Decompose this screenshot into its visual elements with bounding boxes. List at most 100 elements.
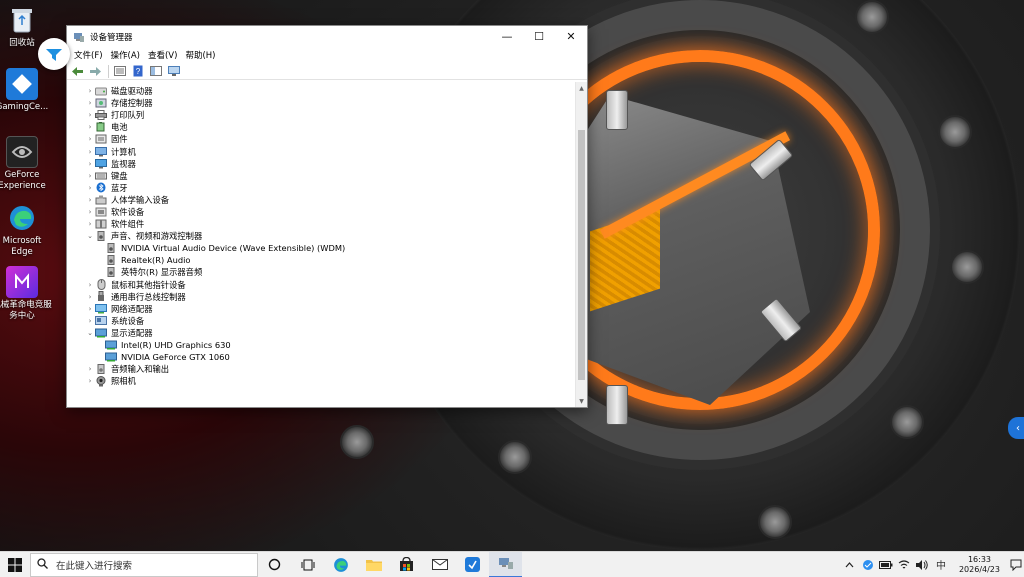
scan-hardware-icon[interactable]	[166, 64, 182, 78]
chevron-right-icon[interactable]: ›	[85, 172, 95, 180]
scroll-up-arrow-icon[interactable]: ▲	[576, 82, 587, 94]
device-category[interactable]: › 音频输入和输出	[67, 363, 575, 375]
menu-action[interactable]: 操作(A)	[107, 49, 144, 61]
side-panel-toggle[interactable]: ‹	[1008, 417, 1024, 439]
taskbar-file-explorer[interactable]	[357, 552, 390, 577]
chevron-down-icon[interactable]: ⌄	[85, 232, 95, 240]
desktop-icon-geforce[interactable]: GeForce Experience	[0, 136, 52, 192]
chevron-right-icon[interactable]: ›	[85, 99, 95, 107]
chevron-right-icon[interactable]: ›	[85, 184, 95, 192]
device-category[interactable]: › 固件	[67, 133, 575, 145]
device-category[interactable]: › 电池	[67, 121, 575, 133]
chevron-right-icon[interactable]: ›	[85, 377, 95, 385]
view-panel-icon[interactable]	[148, 64, 164, 78]
desktop-icon-label: Microsoft Edge	[2, 236, 42, 257]
taskbar-device-manager[interactable]	[489, 551, 522, 577]
device-item[interactable]: Intel(R) UHD Graphics 630	[67, 339, 575, 351]
menu-file[interactable]: 文件(F)	[70, 49, 107, 61]
chevron-right-icon[interactable]: ›	[85, 365, 95, 373]
taskbar-search-box[interactable]: 在此键入进行搜索	[30, 552, 258, 577]
minimize-button[interactable]: —	[491, 26, 523, 47]
battery-icon[interactable]	[878, 560, 894, 569]
menu-view[interactable]: 查看(V)	[144, 49, 181, 61]
device-category[interactable]: ⌄ 显示适配器	[67, 327, 575, 339]
device-category[interactable]: ⌄ 声音、视频和游戏控制器	[67, 230, 575, 242]
taskbar-todo-app[interactable]	[456, 552, 489, 577]
scroll-thumb[interactable]	[578, 130, 585, 380]
device-category[interactable]: › 通用串行总线控制器	[67, 291, 575, 303]
device-category[interactable]: › 照相机	[67, 375, 575, 387]
help-book-icon[interactable]: ?	[130, 64, 146, 78]
device-category[interactable]: › 计算机	[67, 145, 575, 157]
taskbar-clock[interactable]: 16:33 2026/4/23	[951, 555, 1008, 575]
ime-indicator[interactable]: 中	[932, 557, 950, 572]
chevron-right-icon[interactable]: ›	[85, 281, 95, 289]
start-button[interactable]	[0, 552, 30, 577]
software-device-icon	[95, 207, 107, 217]
desktop-icon-gamingcenter[interactable]: GamingCe...	[0, 68, 52, 113]
volume-icon[interactable]	[914, 559, 930, 570]
device-category[interactable]: › 打印队列	[67, 109, 575, 121]
chevron-right-icon[interactable]: ›	[85, 135, 95, 143]
forward-arrow-icon[interactable]	[87, 64, 103, 78]
device-item[interactable]: NVIDIA GeForce GTX 1060	[67, 351, 575, 363]
device-category[interactable]: › 磁盘驱动器	[67, 85, 575, 97]
wifi-icon[interactable]	[896, 559, 912, 570]
device-item[interactable]: NVIDIA Virtual Audio Device (Wave Extens…	[67, 242, 575, 254]
wallpaper-bolt	[950, 250, 984, 284]
device-category[interactable]: › 系统设备	[67, 315, 575, 327]
device-category[interactable]: › 软件设备	[67, 206, 575, 218]
chevron-right-icon[interactable]: ›	[85, 196, 95, 204]
device-category[interactable]: › 网络适配器	[67, 303, 575, 315]
device-item[interactable]: Realtek(R) Audio	[67, 254, 575, 266]
chevron-right-icon[interactable]: ›	[85, 208, 95, 216]
search-placeholder: 在此键入进行搜索	[56, 560, 133, 572]
device-category[interactable]: › 蓝牙	[67, 182, 575, 194]
mouse-icon	[95, 279, 107, 291]
device-category[interactable]: › 人体学输入设备	[67, 194, 575, 206]
desktop-icon-mechrevo[interactable]: 机械革命电竞服务中心	[0, 266, 52, 322]
chevron-right-icon[interactable]: ›	[85, 148, 95, 156]
device-label: 英特尔(R) 显示器音频	[121, 267, 203, 278]
device-category[interactable]: › 存储控制器	[67, 97, 575, 109]
menu-help[interactable]: 帮助(H)	[181, 49, 219, 61]
todo-app-icon	[465, 557, 480, 572]
taskbar-store[interactable]	[390, 552, 423, 577]
device-tree[interactable]: › 磁盘驱动器 › 存储控制器 › 打印队列 › 电池 › 固件 › 计算机 › 监视器 › 键盘 › 蓝牙 › 人体…	[67, 82, 575, 407]
chevron-right-icon[interactable]: ›	[85, 305, 95, 313]
maximize-button[interactable]: ☐	[523, 26, 555, 47]
device-label: 电池	[111, 122, 128, 133]
chevron-right-icon[interactable]: ›	[85, 160, 95, 168]
network-icon	[95, 303, 107, 314]
back-arrow-icon[interactable]	[69, 64, 85, 78]
cortana-button[interactable]	[258, 552, 291, 577]
chevron-right-icon[interactable]: ›	[85, 111, 95, 119]
title-bar[interactable]: 设备管理器 — ☐ ✕	[67, 26, 587, 47]
device-manager-window[interactable]: 设备管理器 — ☐ ✕ 文件(F) 操作(A) 查看(V) 帮助(H) ? › 磁…	[66, 25, 588, 408]
device-item[interactable]: 英特尔(R) 显示器音频	[67, 266, 575, 278]
speaker-icon	[95, 231, 107, 242]
notification-center-icon[interactable]	[1008, 552, 1024, 577]
chevron-right-icon[interactable]: ›	[85, 293, 95, 301]
chevron-right-icon[interactable]: ›	[85, 87, 95, 95]
taskbar-mail[interactable]	[423, 552, 456, 577]
floating-app-bubble[interactable]	[38, 38, 70, 70]
desktop-icon-edge[interactable]: Microsoft Edge	[0, 202, 52, 258]
chevron-right-icon[interactable]: ›	[85, 317, 95, 325]
properties-grid-icon[interactable]	[112, 64, 128, 78]
device-category[interactable]: › 监视器	[67, 158, 575, 170]
vertical-scrollbar[interactable]: ▲ ▼	[575, 82, 587, 407]
device-category[interactable]: › 软件组件	[67, 218, 575, 230]
taskbar-edge[interactable]	[324, 552, 357, 577]
chevron-right-icon[interactable]: ›	[85, 220, 95, 228]
wallpaper-clamp	[606, 90, 628, 130]
chevron-down-icon[interactable]: ⌄	[85, 329, 95, 337]
scroll-down-arrow-icon[interactable]: ▼	[576, 395, 587, 407]
tray-app-icon[interactable]	[860, 559, 876, 571]
chevron-right-icon[interactable]: ›	[85, 123, 95, 131]
close-button[interactable]: ✕	[555, 26, 587, 47]
device-category[interactable]: › 键盘	[67, 170, 575, 182]
device-category[interactable]: › 鼠标和其他指针设备	[67, 279, 575, 291]
task-view-button[interactable]	[291, 552, 324, 577]
chevron-up-icon[interactable]	[842, 561, 858, 568]
